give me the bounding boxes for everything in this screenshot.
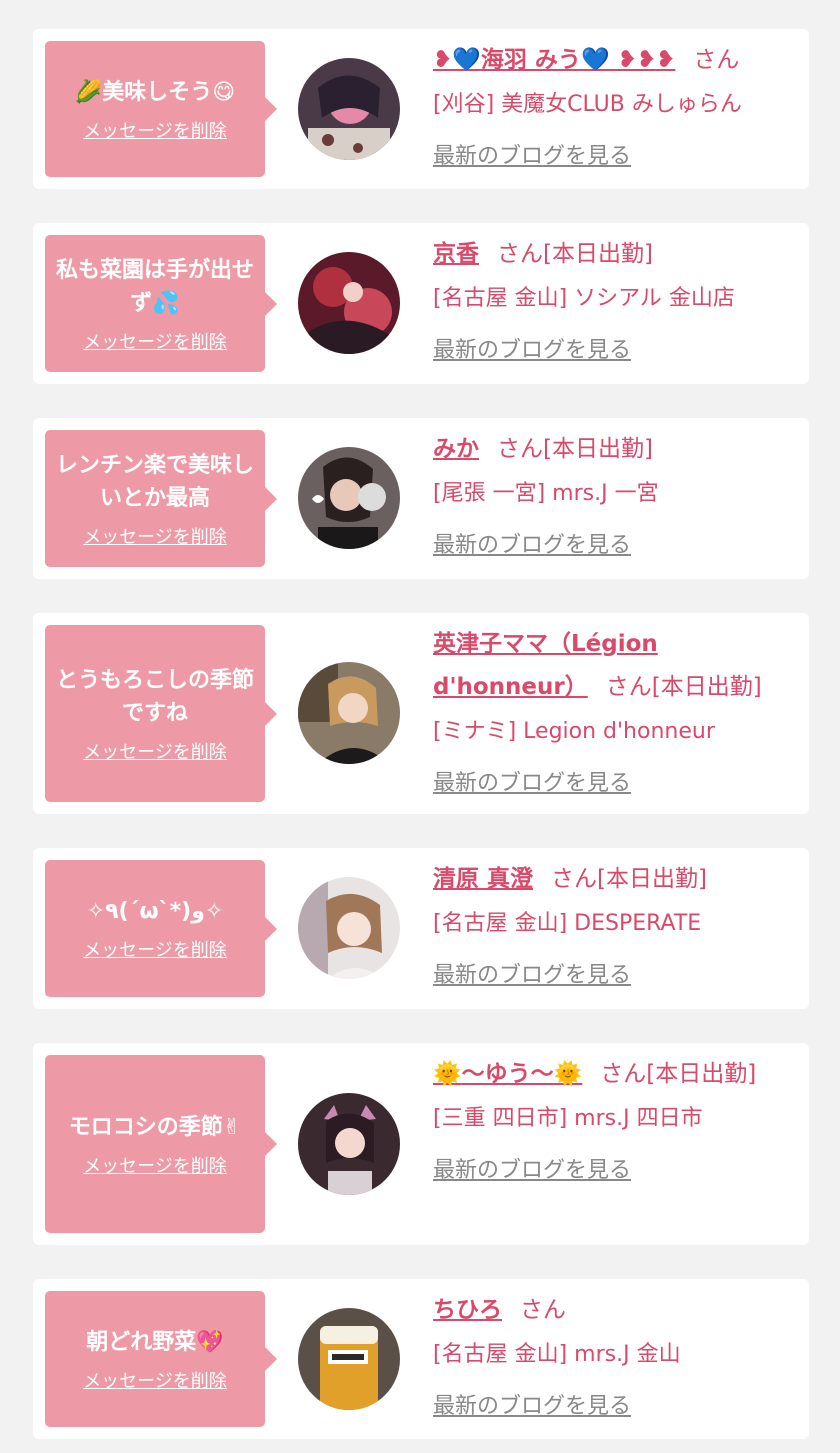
shop-label: [名古屋 金山] DESPERATE (433, 911, 702, 936)
latest-blog-link[interactable]: 最新のブログを見る (433, 763, 631, 805)
name-line: 京香 さん[本日出勤] (433, 233, 795, 276)
delete-message-link[interactable]: メッセージを削除 (83, 936, 227, 962)
profile-info: 🌞〜ゆう〜🌞 さん[本日出勤] [三重 四日市] mrs.J 四日市 最新のブログ… (433, 1053, 795, 1192)
profile-info: 清原 真澄 さん[本日出勤] [名古屋 金山] DESPERATE 最新のブログを… (433, 858, 795, 997)
shop-label: [ミナミ] Legion d'honneur (433, 719, 715, 744)
message-bubble: とうもろこしの季節ですね メッセージを削除 (45, 625, 277, 802)
list-item: ✧٩(ˊωˋ*)و✧ メッセージを削除 清原 真澄 さん[本日出勤] [名古屋 金… (33, 848, 809, 1009)
name-line: 英津子ママ（Légion d'honneur） さん[本日出勤] (433, 623, 795, 709)
message-text: レンチン楽で美味しいとか最高 (55, 452, 254, 511)
honorific-status: さん[本日出勤] (551, 866, 707, 892)
latest-blog-link[interactable]: 最新のブログを見る (433, 955, 631, 997)
latest-blog-link[interactable]: 最新のブログを見る (433, 136, 631, 178)
name-line: 清原 真澄 さん[本日出勤] (433, 858, 795, 901)
list-item: とうもろこしの季節ですね メッセージを削除 英津子ママ（Légion d'hon… (33, 613, 809, 814)
message-bubble: レンチン楽で美味しいとか最高 メッセージを削除 (45, 430, 277, 567)
shop-label: [三重 四日市] mrs.J 四日市 (433, 1106, 703, 1131)
name-line: ちひろ さん (433, 1289, 795, 1332)
latest-blog-link[interactable]: 最新のブログを見る (433, 1386, 631, 1428)
message-text: 私も菜園は手が出せず💦 (55, 257, 254, 316)
profile-name-link[interactable]: 清原 真澄 (433, 866, 533, 892)
profile-name-link[interactable]: みか (433, 436, 479, 462)
profile-name: 〜ゆう〜 (461, 1061, 554, 1087)
user-avatar-image (298, 252, 400, 354)
list-item: 🌽美味しそう😋 メッセージを削除 ❥💙海羽 みう💙 ❥❥❥ さん [刈谷] 美魔女… (33, 29, 809, 189)
avatar[interactable] (298, 662, 400, 764)
profile-info: 京香 さん[本日出勤] [名古屋 金山] ソシアル 金山店 最新のブログを見る (433, 233, 795, 372)
profile-name: 海羽 みう (480, 47, 581, 73)
message-text: モロコシの季節✌ (68, 1114, 242, 1140)
message-bubble: ✧٩(ˊωˋ*)و✧ メッセージを削除 (45, 860, 277, 997)
name-line: みか さん[本日出勤] (433, 428, 795, 471)
user-avatar-image (298, 662, 400, 764)
honorific-status: さん (520, 1297, 566, 1323)
avatar[interactable] (298, 447, 400, 549)
latest-blog-link[interactable]: 最新のブログを見る (433, 525, 631, 567)
delete-message-link[interactable]: メッセージを削除 (83, 738, 227, 764)
sun-decoration-icon: 🌞 (553, 1061, 583, 1087)
profile-name-link[interactable]: 🌞〜ゆう〜🌞 (433, 1061, 582, 1087)
avatar[interactable] (298, 877, 400, 979)
heart-decoration-icon: 💙 ❥❥❥ (580, 47, 676, 73)
message-text: 朝どれ野菜💖 (86, 1329, 224, 1355)
name-line: 🌞〜ゆう〜🌞 さん[本日出勤] (433, 1053, 795, 1096)
user-avatar-image (298, 1308, 400, 1410)
avatar[interactable] (298, 252, 400, 354)
delete-message-link[interactable]: メッセージを削除 (83, 117, 227, 143)
delete-message-link[interactable]: メッセージを削除 (83, 1152, 227, 1178)
list-item: 私も菜園は手が出せず💦 メッセージを削除 京香 さん[本日出勤] [名古屋 金山]… (33, 223, 809, 384)
message-text: 🌽美味しそう😋 (74, 79, 236, 105)
avatar[interactable] (298, 58, 400, 160)
delete-message-link[interactable]: メッセージを削除 (83, 523, 227, 549)
user-avatar-image (298, 447, 400, 549)
message-list: 🌽美味しそう😋 メッセージを削除 ❥💙海羽 みう💙 ❥❥❥ さん [刈谷] 美魔女… (0, 0, 840, 1453)
list-item: モロコシの季節✌ メッセージを削除 🌞〜ゆう〜🌞 さん[本日出勤] [三重 四日市… (33, 1043, 809, 1245)
avatar[interactable] (298, 1093, 400, 1195)
honorific-status: さん[本日出勤] (497, 436, 653, 462)
message-bubble: 🌽美味しそう😋 メッセージを削除 (45, 41, 277, 177)
user-avatar-image (298, 58, 400, 160)
shop-label: [名古屋 金山] mrs.J 金山 (433, 1342, 681, 1367)
user-avatar-image (298, 1093, 400, 1195)
latest-blog-link[interactable]: 最新のブログを見る (433, 330, 631, 372)
honorific-status: さん[本日出勤] (605, 674, 762, 700)
message-text: とうもろこしの季節ですね (55, 667, 254, 726)
profile-name-link[interactable]: ちひろ (433, 1297, 502, 1323)
shop-label: [名古屋 金山] ソシアル 金山店 (433, 286, 735, 311)
honorific-status: さん[本日出勤] (497, 241, 653, 267)
message-bubble: 朝どれ野菜💖 メッセージを削除 (45, 1291, 277, 1427)
sun-decoration-icon: 🌞 (433, 1061, 462, 1087)
message-text: ✧٩(ˊωˋ*)و✧ (86, 899, 224, 924)
avatar[interactable] (298, 1308, 400, 1410)
user-avatar-image (298, 877, 400, 979)
list-item: レンチン楽で美味しいとか最高 メッセージを削除 みか さん[本日出勤] [尾張 一… (33, 418, 809, 579)
list-item: 朝どれ野菜💖 メッセージを削除 ちひろ さん [名古屋 金山] mrs.J 金山 … (33, 1279, 809, 1439)
profile-info: ちひろ さん [名古屋 金山] mrs.J 金山 最新のブログを見る (433, 1289, 795, 1428)
profile-info: ❥💙海羽 みう💙 ❥❥❥ さん [刈谷] 美魔女CLUB みしゅらん 最新のブログ… (433, 39, 795, 178)
honorific-status: さん (693, 47, 740, 73)
message-bubble: 私も菜園は手が出せず💦 メッセージを削除 (45, 235, 277, 372)
heart-decoration-icon: ❥💙 (433, 47, 481, 73)
profile-name-link[interactable]: 京香 (433, 241, 479, 267)
delete-message-link[interactable]: メッセージを削除 (83, 1367, 227, 1393)
name-line: ❥💙海羽 みう💙 ❥❥❥ さん (433, 39, 795, 82)
profile-info: みか さん[本日出勤] [尾張 一宮] mrs.J 一宮 最新のブログを見る (433, 428, 795, 567)
latest-blog-link[interactable]: 最新のブログを見る (433, 1150, 631, 1192)
honorific-status: さん[本日出勤] (600, 1061, 757, 1087)
delete-message-link[interactable]: メッセージを削除 (83, 328, 227, 354)
shop-label: [尾張 一宮] mrs.J 一宮 (433, 481, 659, 506)
profile-name-link[interactable]: ❥💙海羽 みう💙 ❥❥❥ (433, 47, 675, 73)
profile-info: 英津子ママ（Légion d'honneur） さん[本日出勤] [ミナミ] Le… (433, 623, 795, 805)
shop-label: [刈谷] 美魔女CLUB みしゅらん (433, 92, 742, 117)
message-bubble: モロコシの季節✌ メッセージを削除 (45, 1055, 277, 1233)
